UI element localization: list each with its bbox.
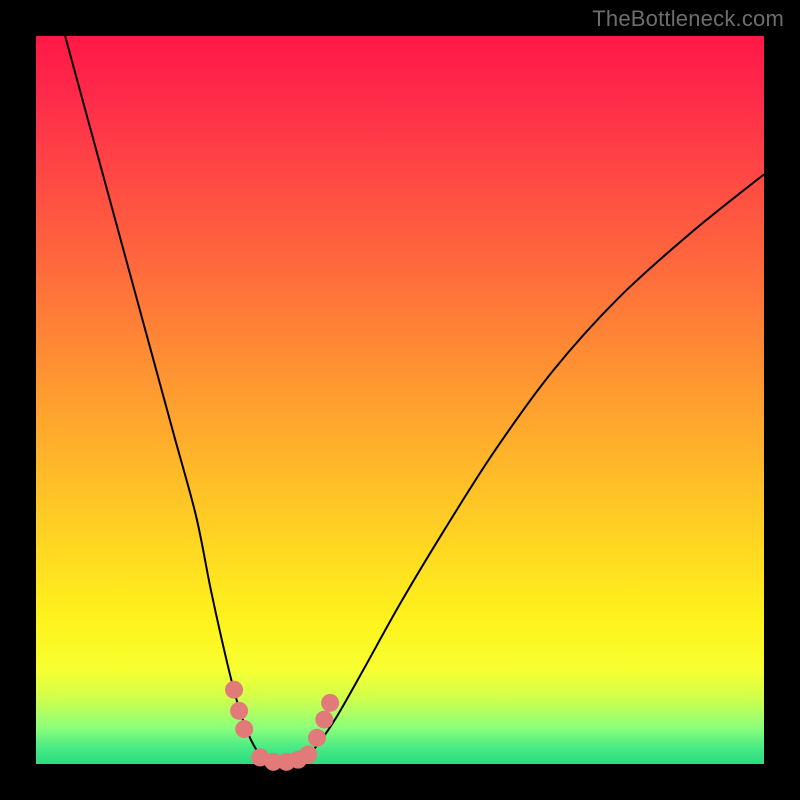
data-marker [315,711,333,729]
plot-area [36,36,764,764]
series-left-branch [65,36,269,764]
data-marker [321,694,339,712]
curve-layer [65,36,764,764]
series-right-branch [298,174,764,764]
chart-frame: TheBottleneck.com [0,0,800,800]
data-marker [225,681,243,699]
data-marker [230,702,248,720]
data-marker [235,720,253,738]
marker-layer [225,681,339,771]
chart-svg [36,36,764,764]
data-marker [308,729,326,747]
data-marker [299,746,317,764]
watermark-text: TheBottleneck.com [592,6,784,32]
